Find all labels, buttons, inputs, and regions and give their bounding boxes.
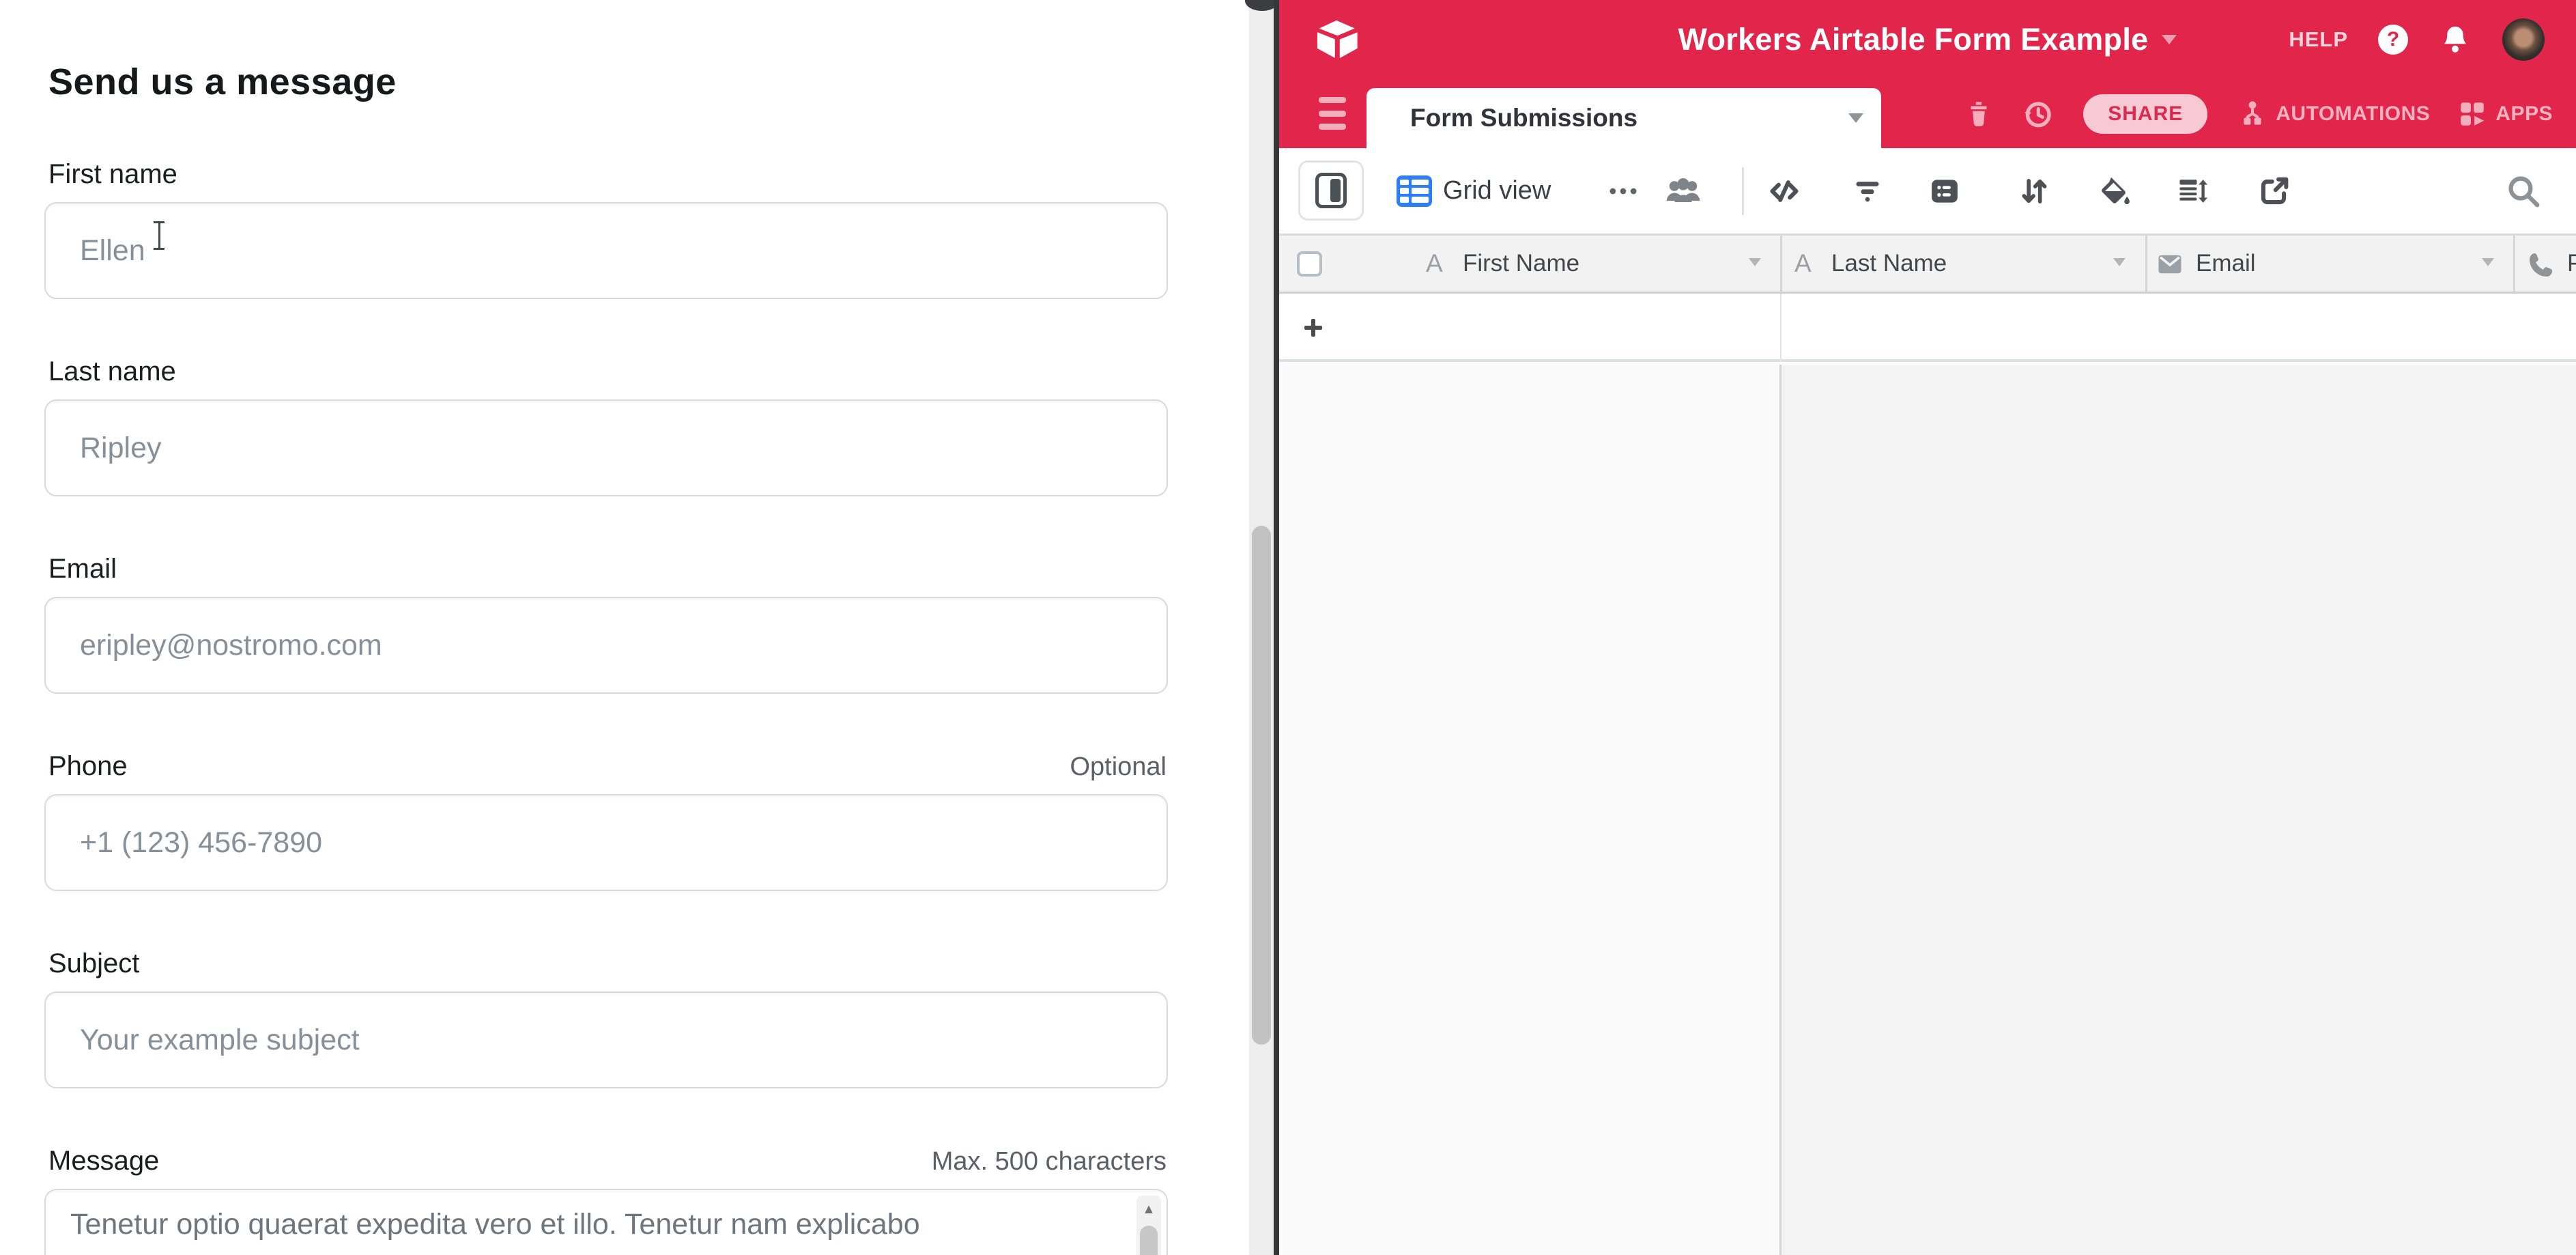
apps-button[interactable]: APPS — [2456, 98, 2553, 130]
share-view-icon[interactable] — [2257, 148, 2292, 234]
page-scrollbar-thumb[interactable] — [1252, 526, 1271, 1045]
view-options-ellipsis-icon[interactable] — [1605, 148, 1641, 234]
contact-form-panel: Send us a message First name Last name E… — [0, 0, 1249, 1255]
email-field: Email — [44, 554, 1168, 694]
message-label: Message — [48, 1146, 159, 1176]
notifications-bell-icon[interactable] — [2438, 23, 2472, 57]
subject-label: Subject — [48, 948, 139, 979]
view-toolbar: Grid view — [1279, 148, 2576, 234]
collaborators-icon[interactable] — [1663, 148, 1704, 234]
column-caret-icon[interactable] — [2482, 258, 2494, 266]
base-title[interactable]: Workers Airtable Form Example — [1678, 22, 2149, 57]
share-button[interactable]: SHARE — [2083, 94, 2207, 134]
column-header-email[interactable]: Email — [2196, 236, 2256, 292]
hide-fields-icon[interactable] — [1765, 148, 1803, 234]
tab-caret-icon[interactable] — [1848, 113, 1863, 123]
message-placeholder-text: Tenetur optio quaerat expedita vero et i… — [70, 1205, 1112, 1243]
text-field-icon — [1426, 236, 1443, 292]
split-divider — [1274, 0, 1279, 1255]
page-title: Send us a message — [48, 61, 1168, 103]
first-name-label: First name — [48, 159, 177, 190]
automations-icon — [2236, 98, 2269, 130]
help-icon[interactable] — [2378, 25, 2408, 55]
sort-icon[interactable] — [2016, 148, 2052, 234]
filter-icon[interactable] — [1850, 148, 1885, 234]
sidebar-menu-icon[interactable] — [1319, 97, 1346, 130]
column-caret-icon[interactable] — [1749, 258, 1761, 266]
column-divider — [1779, 365, 1781, 1255]
message-scrollbar-thumb[interactable] — [1140, 1226, 1158, 1255]
apps-icon — [2456, 98, 2489, 130]
last-name-input[interactable] — [44, 399, 1168, 496]
row-height-icon[interactable] — [2175, 148, 2210, 234]
user-avatar[interactable] — [2502, 18, 2545, 61]
phone-label: Phone — [48, 751, 128, 782]
base-title-caret-icon[interactable] — [2162, 35, 2177, 44]
text-field-icon — [1794, 236, 1812, 292]
tab-form-submissions[interactable]: Form Submissions — [1366, 88, 1881, 148]
message-field: Message Max. 500 characters Tenetur opti… — [44, 1146, 1168, 1255]
sidebar-toggle-icon — [1315, 173, 1347, 208]
last-name-label: Last name — [48, 356, 176, 387]
column-divider[interactable] — [1780, 236, 1782, 292]
message-textarea[interactable]: Tenetur optio quaerat expedita vero et i… — [44, 1189, 1168, 1255]
phone-field-icon — [2525, 249, 2557, 281]
trash-icon[interactable] — [1963, 98, 1994, 130]
text-cursor-icon — [154, 221, 164, 250]
phone-optional-hint: Optional — [1070, 752, 1167, 782]
table-tab-label: Form Submissions — [1410, 104, 1637, 132]
airtable-topbar: Workers Airtable Form Example HELP Form … — [1279, 0, 2576, 148]
color-icon[interactable] — [2095, 148, 2132, 234]
contact-form: Send us a message First name Last name E… — [44, 61, 1168, 1255]
last-name-field: Last name — [44, 356, 1168, 496]
column-header-first-name[interactable]: First Name — [1463, 236, 1579, 292]
add-record-plus-icon[interactable] — [1304, 319, 1322, 337]
select-all-checkbox[interactable] — [1297, 251, 1322, 277]
phone-field: Phone Optional — [44, 751, 1168, 891]
column-header-phone[interactable]: Phone — [2567, 236, 2576, 292]
column-divider[interactable] — [2513, 236, 2515, 292]
table-tab-bar: Form Submissions SHARE — [1279, 79, 2576, 148]
message-scrollbar[interactable] — [1136, 1196, 1161, 1255]
first-name-input[interactable] — [44, 202, 1168, 299]
help-button[interactable]: HELP — [2289, 27, 2348, 52]
first-name-field: First name — [44, 159, 1168, 299]
grid-empty-area — [1279, 365, 2576, 1255]
subject-input[interactable] — [44, 991, 1168, 1088]
column-caret-icon[interactable] — [2113, 258, 2126, 266]
phone-input[interactable] — [44, 794, 1168, 891]
view-sidebar-toggle-button[interactable] — [1298, 160, 1364, 221]
view-name[interactable]: Grid view — [1443, 148, 1551, 234]
column-divider — [1780, 294, 1781, 362]
grid-column-headers: First Name Last Name Email Phone — [1279, 234, 2576, 294]
email-label: Email — [48, 554, 117, 584]
email-input[interactable] — [44, 597, 1168, 694]
column-header-last-name[interactable]: Last Name — [1831, 236, 1947, 292]
airtable-panel: Workers Airtable Form Example HELP Form … — [1279, 0, 2576, 1255]
automations-button[interactable]: AUTOMATIONS — [2236, 98, 2430, 130]
message-max-chars-hint: Max. 500 characters — [932, 1147, 1167, 1176]
search-icon[interactable] — [2505, 148, 2542, 234]
history-icon[interactable] — [2020, 97, 2055, 131]
toolbar-divider — [1742, 167, 1744, 215]
column-divider[interactable] — [2145, 236, 2147, 292]
email-field-icon — [2155, 249, 2185, 279]
grid-view-icon[interactable] — [1397, 148, 1432, 234]
subject-field: Subject — [44, 948, 1168, 1088]
group-icon[interactable] — [1926, 148, 1963, 234]
add-row[interactable] — [1279, 294, 2576, 362]
scroll-up-arrow-icon[interactable] — [1136, 1196, 1161, 1223]
